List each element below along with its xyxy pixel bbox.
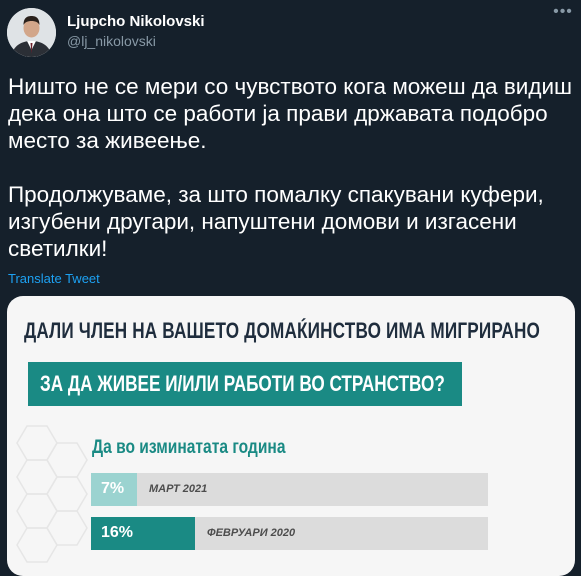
translate-tweet-link[interactable]: Translate Tweet (8, 271, 100, 286)
hexagon-pattern-decoration (16, 425, 88, 563)
bar-value: 7% (101, 480, 125, 497)
chart-section-label: Да во изминатата година (92, 437, 286, 458)
infographic-headline-band: ЗА ДА ЖИВЕЕ И/ИЛИ РАБОТИ ВО СТРАНСТВО? (28, 362, 462, 406)
bar-track: 7% МАРТ 2021 (91, 473, 488, 506)
bar-fill: 16% (91, 517, 195, 550)
tweet-paragraph: Продолжуваме, за што помалку спакувани к… (8, 182, 544, 261)
infographic-headline: ДАЛИ ЧЛЕН НА ВАШЕТО ДОМАЌИНСТВО ИМА МИГР… (24, 318, 541, 343)
tweet-paragraph: Ништо не се мери со чувството кога можеш… (8, 74, 573, 153)
infographic-subheadline: ЗА ДА ЖИВЕЕ И/ИЛИ РАБОТИ ВО СТРАНСТВО? (40, 371, 445, 396)
bar-fill: 7% (91, 473, 137, 506)
author-handle[interactable]: @lj_nikolovski (67, 32, 205, 50)
bar-period-label: ФЕВРУАРИ 2020 (207, 527, 296, 539)
more-horizontal-icon: ••• (553, 3, 573, 20)
tweet-image[interactable]: ДАЛИ ЧЛЕН НА ВАШЕТО ДОМАЌИНСТВО ИМА МИГР… (7, 296, 575, 576)
author-display-name[interactable]: Ljupcho Nikolovski (67, 13, 205, 31)
avatar[interactable] (7, 8, 56, 57)
tweet-text: Ништо не се мери со чувството кога можеш… (8, 73, 576, 262)
bar-period-label: МАРТ 2021 (149, 483, 208, 495)
bar-value: 16% (101, 524, 134, 541)
tweet-author: Ljupcho Nikolovski @lj_nikolovski (67, 13, 205, 50)
bar-track: 16% ФЕВРУАРИ 2020 (91, 517, 488, 550)
avatar-photo (7, 8, 56, 57)
more-options-button[interactable]: ••• (549, 4, 577, 24)
tweet: Ljupcho Nikolovski @lj_nikolovski ••• Ни… (0, 0, 581, 576)
